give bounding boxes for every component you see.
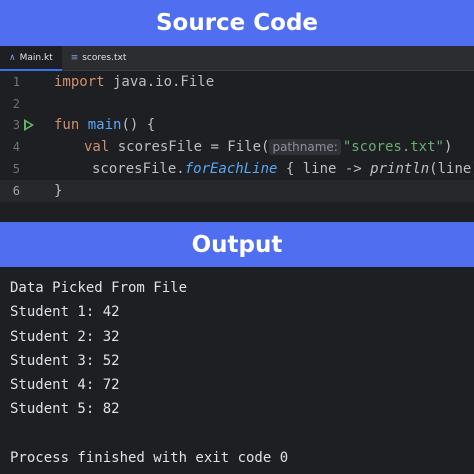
- line-number: 1: [12, 75, 20, 89]
- output-heading: Output: [191, 231, 283, 258]
- code-text: import java.io.File: [54, 74, 214, 90]
- function-name: main: [87, 117, 122, 133]
- line-number: 6: [12, 184, 20, 198]
- tab-scores-txt[interactable]: ≡ scores.txt: [62, 46, 136, 70]
- text-file-icon: ≡: [70, 53, 79, 63]
- output-line: Student 2: 32: [10, 329, 120, 345]
- code-text: scoresFile.forEachLine { line -> println…: [92, 161, 474, 177]
- code-line: 2: [0, 93, 474, 115]
- stdlib-function: println: [370, 161, 430, 177]
- code-fragment: java.io.File: [104, 74, 215, 90]
- code-line: 4 val scoresFile = File(pathname: "scores…: [0, 136, 474, 158]
- run-icon[interactable]: [24, 119, 34, 131]
- output-banner: Output: [0, 222, 474, 267]
- parameter-hint: pathname:: [269, 139, 341, 155]
- code-editor[interactable]: 1 import java.io.File 2 3 fun main() { 4…: [0, 71, 474, 222]
- output-line: Data Picked From File: [10, 280, 188, 296]
- code-fragment: ): [443, 139, 453, 155]
- output-line: Process finished with exit code 0: [10, 450, 289, 466]
- code-text: }: [54, 183, 62, 199]
- code-line: 1 import java.io.File: [0, 71, 474, 93]
- code-fragment: scoresFile.: [92, 161, 185, 177]
- kotlin-file-icon: ∧: [9, 53, 16, 63]
- code-line: 3 fun main() {: [0, 114, 474, 136]
- string-literal: "scores.txt": [342, 139, 444, 155]
- code-text: fun main() {: [54, 117, 155, 133]
- output-line: Student 3: 52: [10, 353, 120, 369]
- line-number: 2: [12, 97, 20, 111]
- keyword: fun: [54, 117, 80, 133]
- console-output: Data Picked From File Student 1: 42 Stud…: [0, 267, 474, 474]
- line-number: 4: [12, 140, 20, 154]
- code-text: val scoresFile = File(pathname: "scores.t…: [84, 139, 452, 155]
- source-code-banner: Source Code: [0, 0, 474, 46]
- code-line-current: 6 }: [0, 180, 474, 202]
- code-fragment: { line ->: [277, 161, 371, 177]
- tab-label: Main.kt: [19, 53, 53, 63]
- source-code-heading: Source Code: [155, 10, 319, 36]
- output-line: Student 4: 72: [10, 377, 120, 393]
- line-number: 5: [12, 162, 20, 176]
- code-fragment: [79, 117, 87, 133]
- code-line: 5 scoresFile.forEachLine { line -> print…: [0, 158, 474, 180]
- keyword: import: [54, 74, 105, 90]
- code-fragment: (line) }: [429, 161, 474, 177]
- editor-tab-bar: ∧ Main.kt ≡ scores.txt: [0, 46, 474, 71]
- output-line: Student 1: 42: [10, 304, 120, 320]
- keyword: val: [84, 139, 110, 155]
- code-fragment: () {: [121, 117, 156, 133]
- output-line: Student 5: 82: [10, 401, 120, 417]
- line-number: 3: [12, 118, 20, 132]
- tab-main-kt[interactable]: ∧ Main.kt: [0, 46, 62, 71]
- closing-brace: }: [54, 183, 63, 199]
- tab-label: scores.txt: [82, 53, 127, 63]
- code-fragment: scoresFile = File(: [109, 139, 270, 155]
- extension-function: forEachLine: [184, 161, 278, 177]
